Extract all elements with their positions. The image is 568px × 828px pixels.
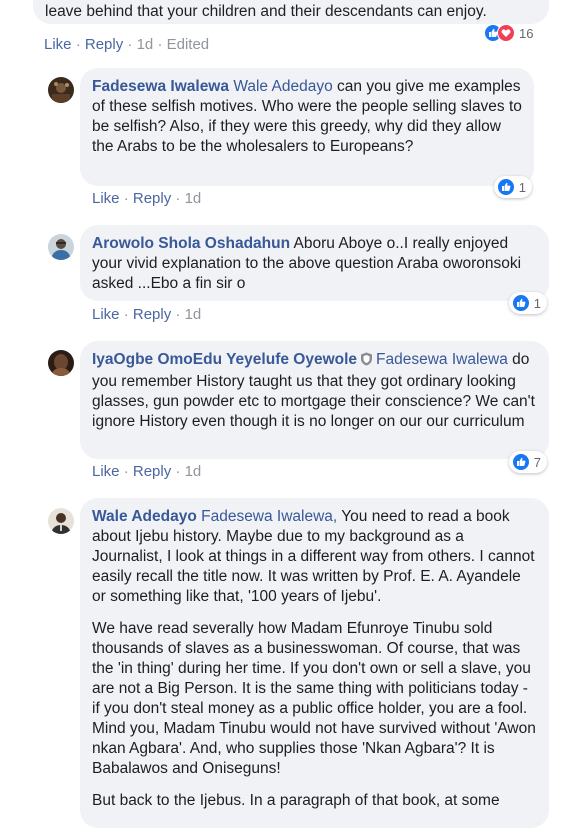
comment-bubble: leave behind that your children and thei… bbox=[33, 0, 549, 24]
comment-actions: Like · Reply · 1d bbox=[92, 463, 202, 480]
edited-label[interactable]: Edited bbox=[167, 36, 210, 53]
avatar[interactable] bbox=[48, 350, 74, 376]
comment-author[interactable]: Wale Adedayo bbox=[92, 508, 197, 525]
mention-link[interactable]: Fadesewa Iwalewa, bbox=[201, 508, 337, 525]
like-reaction-icon bbox=[497, 178, 515, 196]
like-link[interactable]: Like bbox=[92, 190, 120, 207]
like-link[interactable]: Like bbox=[92, 306, 120, 323]
avatar[interactable] bbox=[48, 234, 74, 260]
timestamp[interactable]: 1d bbox=[185, 306, 202, 323]
comment-paragraph: We have read severally how Madam Efunroy… bbox=[92, 620, 536, 777]
comment-actions: Like · Reply · 1d bbox=[92, 306, 202, 323]
reaction-count: 1 bbox=[533, 295, 541, 311]
reply-link[interactable]: Reply bbox=[133, 463, 171, 480]
comment-text: leave behind that your children and thei… bbox=[45, 3, 487, 20]
like-reaction-icon bbox=[512, 453, 530, 471]
comment-bubble: Arowolo Shola Oshadahun Aboru Aboye o..I… bbox=[80, 225, 549, 301]
comment-bubble: Wale Adedayo Fadesewa Iwalewa, You need … bbox=[80, 498, 549, 828]
comment-paragraph: But back to the Ijebus. In a paragraph o… bbox=[92, 792, 500, 809]
like-link[interactable]: Like bbox=[92, 463, 120, 480]
love-reaction-icon bbox=[497, 24, 515, 42]
shield-icon bbox=[360, 352, 373, 372]
comment-author[interactable]: Fadesewa Iwalewa bbox=[92, 78, 229, 95]
comment-author[interactable]: Arowolo Shola Oshadahun bbox=[92, 235, 290, 252]
reaction-count: 1 bbox=[518, 179, 526, 195]
avatar[interactable] bbox=[48, 77, 74, 103]
mention-link[interactable]: Wale Adedayo bbox=[233, 78, 332, 95]
comment-bubble: IyaOgbe OmoEdu Yeyelufe Oyewole Fadesewa … bbox=[80, 341, 549, 459]
reaction-summary[interactable]: 7 bbox=[509, 451, 547, 473]
reaction-count: 16 bbox=[519, 25, 534, 41]
reaction-summary[interactable]: 16 bbox=[481, 22, 549, 44]
avatar[interactable] bbox=[48, 508, 74, 534]
comment-bubble: Fadesewa Iwalewa Wale Adedayo can you gi… bbox=[80, 68, 534, 186]
comment-actions: Like · Reply · 1d · Edited bbox=[44, 36, 210, 53]
reaction-summary[interactable]: 1 bbox=[494, 176, 532, 198]
timestamp[interactable]: 1d bbox=[185, 190, 202, 207]
like-link[interactable]: Like bbox=[44, 36, 72, 53]
comment-actions: Like · Reply · 1d bbox=[92, 190, 202, 207]
reaction-count: 7 bbox=[533, 454, 541, 470]
timestamp[interactable]: 1d bbox=[185, 463, 202, 480]
reply-link[interactable]: Reply bbox=[133, 306, 171, 323]
reply-link[interactable]: Reply bbox=[133, 190, 171, 207]
comment-author[interactable]: IyaOgbe OmoEdu Yeyelufe Oyewole bbox=[92, 351, 357, 368]
comment-paragraph: Wale Adedayo Fadesewa Iwalewa, You need … bbox=[92, 507, 537, 607]
like-reaction-icon bbox=[512, 294, 530, 312]
mention-link[interactable]: Fadesewa Iwalewa bbox=[376, 351, 508, 368]
reaction-summary[interactable]: 1 bbox=[509, 292, 547, 314]
timestamp[interactable]: 1d bbox=[137, 36, 154, 53]
reply-link[interactable]: Reply bbox=[85, 36, 123, 53]
